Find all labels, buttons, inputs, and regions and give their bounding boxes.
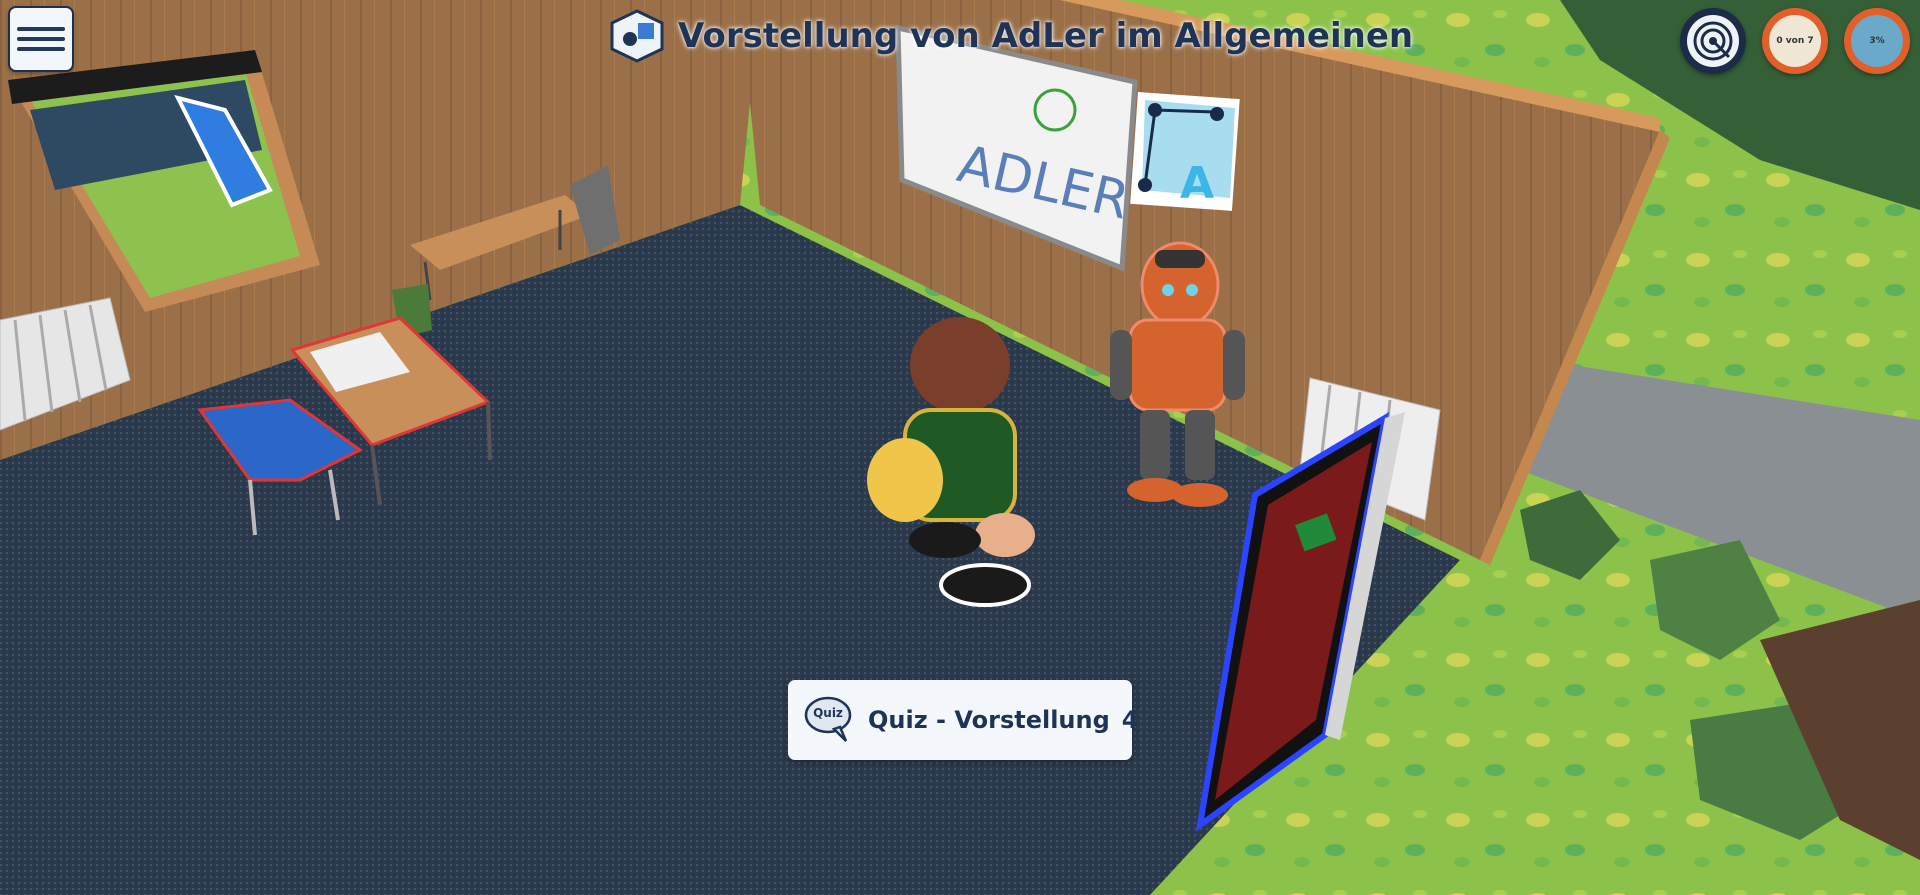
- page-title: Vorstellung von AdLer im Allgemeinen: [678, 16, 1414, 56]
- backpack: [867, 438, 943, 522]
- hamburger-menu-icon: [17, 27, 65, 31]
- quiz-title: Quiz - Vorstellung: [868, 706, 1110, 734]
- progress-counter: 0 von 7: [1769, 15, 1821, 67]
- adler-logo-poster: A: [1130, 92, 1240, 211]
- menu-button[interactable]: [8, 6, 74, 72]
- score-progress-button[interactable]: 3%: [1844, 8, 1910, 74]
- learning-world-overview-button[interactable]: [1680, 8, 1746, 74]
- quiz-points: 4: [1121, 706, 1139, 734]
- svg-text:A: A: [1180, 158, 1214, 209]
- quiz-speech-bubble-icon: Quiz: [804, 695, 854, 745]
- space-title-bar: Vorstellung von AdLer im Allgemeinen: [610, 8, 1413, 64]
- target-icon: [1693, 21, 1733, 61]
- quiz-element-panel[interactable]: Quiz Quiz - Vorstellung 4: [788, 680, 1138, 760]
- element-progress-button[interactable]: 0 von 7: [1762, 8, 1828, 74]
- score-percent: 3%: [1851, 15, 1903, 67]
- learning-space-icon: [610, 9, 664, 63]
- quiz-icon-label: Quiz: [813, 706, 843, 720]
- game-scene[interactable]: ADLER A: [0, 0, 1920, 895]
